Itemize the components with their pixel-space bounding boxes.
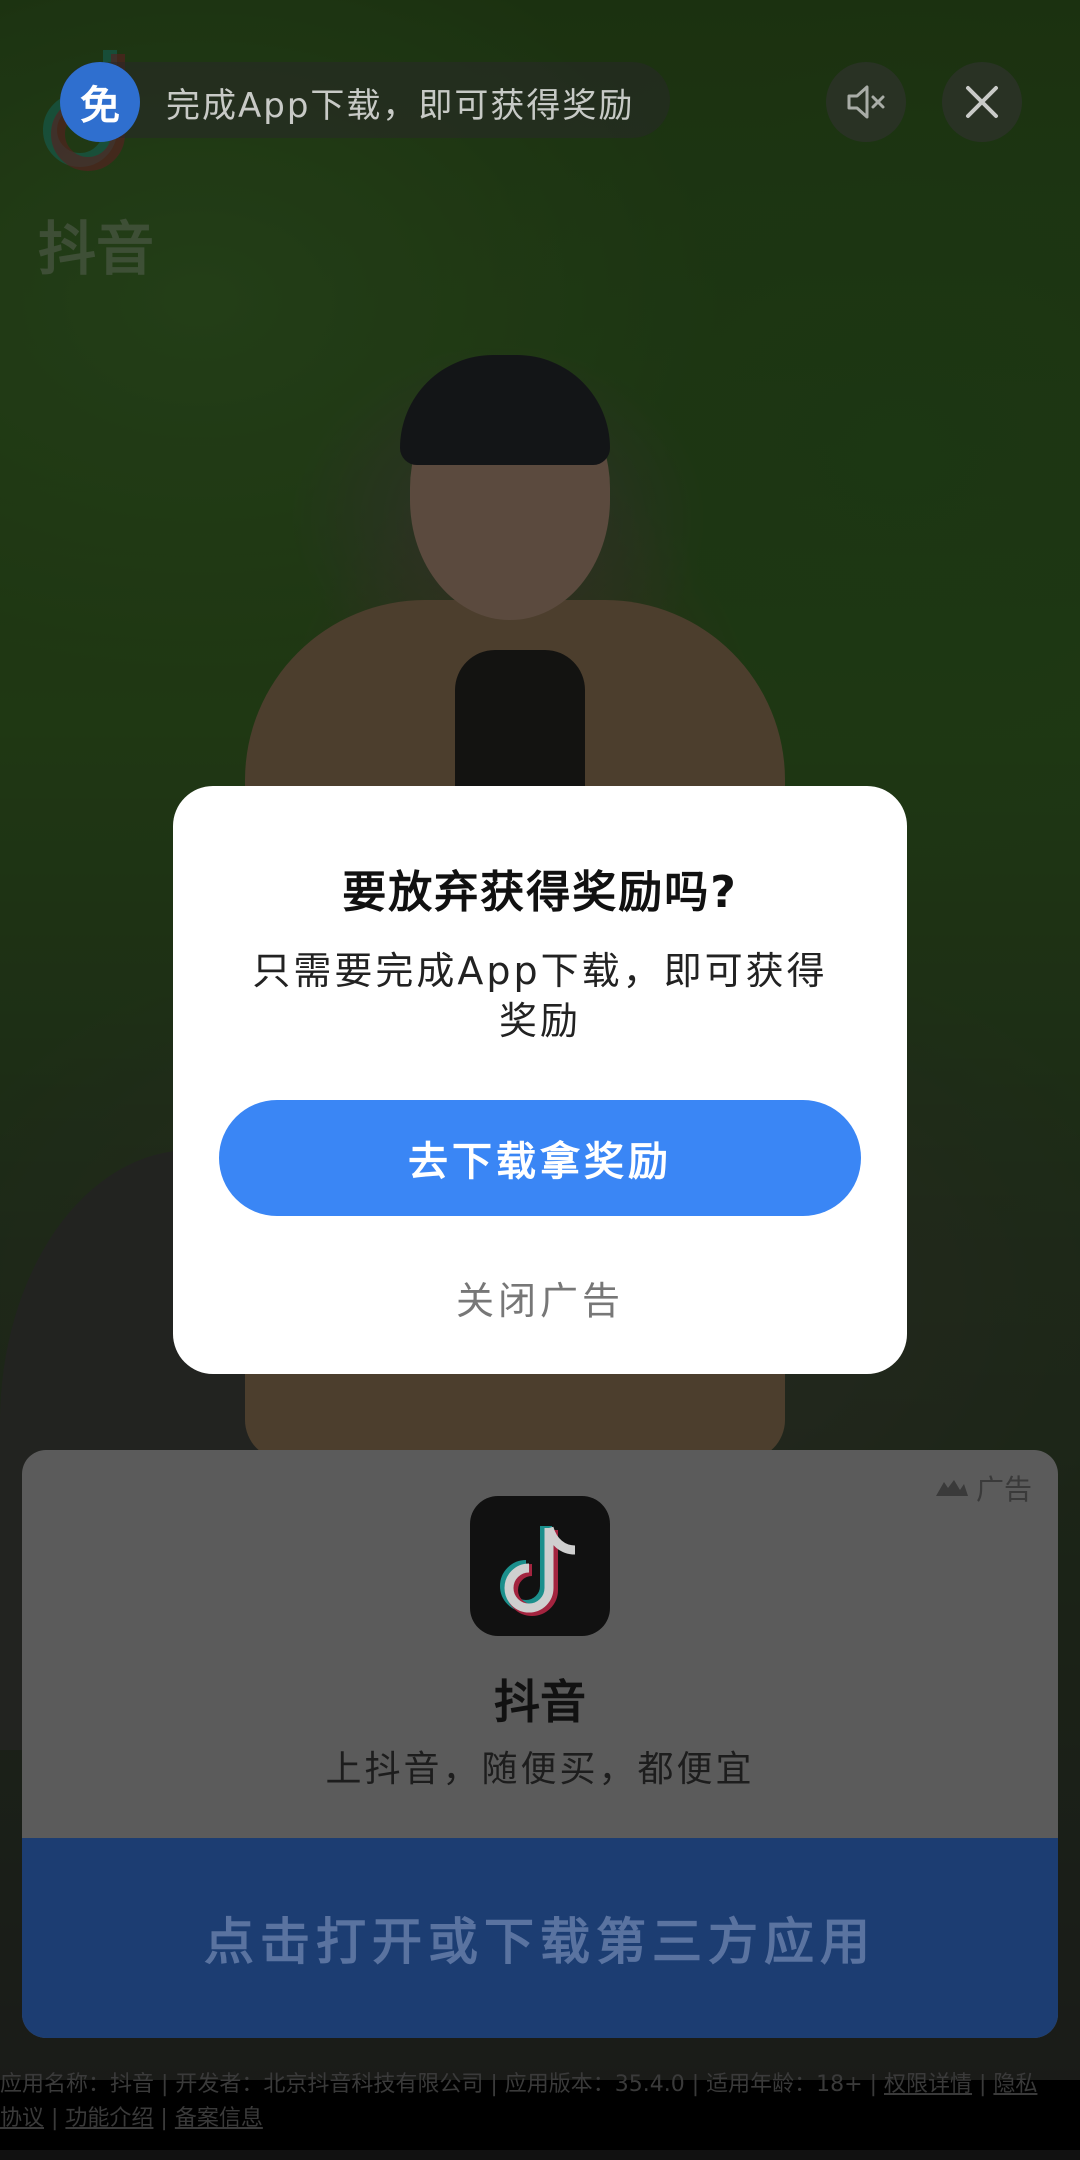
filing-link[interactable]: 备案信息	[175, 2106, 263, 2131]
home-indicator	[0, 2150, 1080, 2160]
close-icon	[966, 86, 998, 118]
dialog-message: 只需要完成App下载，即可获得奖励	[252, 949, 828, 1043]
reward-text: 完成App下载，即可获得奖励	[166, 86, 635, 126]
privacy-link-cont[interactable]: 协议	[0, 2106, 44, 2131]
mute-button[interactable]	[826, 62, 906, 142]
privacy-link[interactable]: 隐私	[993, 2072, 1037, 2097]
ad-slogan: 上抖音，随便买，都便宜	[325, 1749, 755, 1790]
close-button[interactable]	[942, 62, 1022, 142]
open-or-download-button[interactable]: 点击打开或下载第三方应用	[22, 1838, 1058, 2038]
free-badge: 免	[60, 62, 140, 142]
permissions-link[interactable]: 权限详情	[884, 2072, 972, 2097]
ad-app-icon[interactable]	[470, 1496, 610, 1636]
app-info-text: 应用名称：抖音 | 开发者：北京抖音科技有限公司 | 应用版本：35.4.0 |…	[0, 2072, 884, 2097]
features-link[interactable]: 功能介绍	[65, 2106, 153, 2131]
douyin-logo-icon	[500, 1526, 576, 1616]
ad-label: 广告	[934, 1468, 1032, 1508]
abandon-reward-dialog: 要放弃获得奖励吗? 只需要完成App下载，即可获得奖励 去下载拿奖励 关闭广告	[173, 786, 907, 1374]
ad-label-text: 广告	[975, 1473, 1032, 1506]
dialog-title: 要放弃获得奖励吗?	[342, 867, 738, 918]
ad-app-name: 抖音	[494, 1675, 586, 1729]
download-reward-button[interactable]: 去下载拿奖励	[219, 1100, 861, 1216]
ad-network-icon	[935, 1480, 968, 1496]
close-ad-button[interactable]: 关闭广告	[173, 1270, 907, 1325]
app-info-footer: 应用名称：抖音 | 开发者：北京抖音科技有限公司 | 应用版本：35.4.0 |…	[0, 2072, 1038, 2131]
ad-card[interactable]: 广告 抖音 上抖音，随便买，都便宜 点击打开或下载第三方应用	[22, 1450, 1058, 2038]
speaker-muted-icon	[847, 85, 885, 119]
